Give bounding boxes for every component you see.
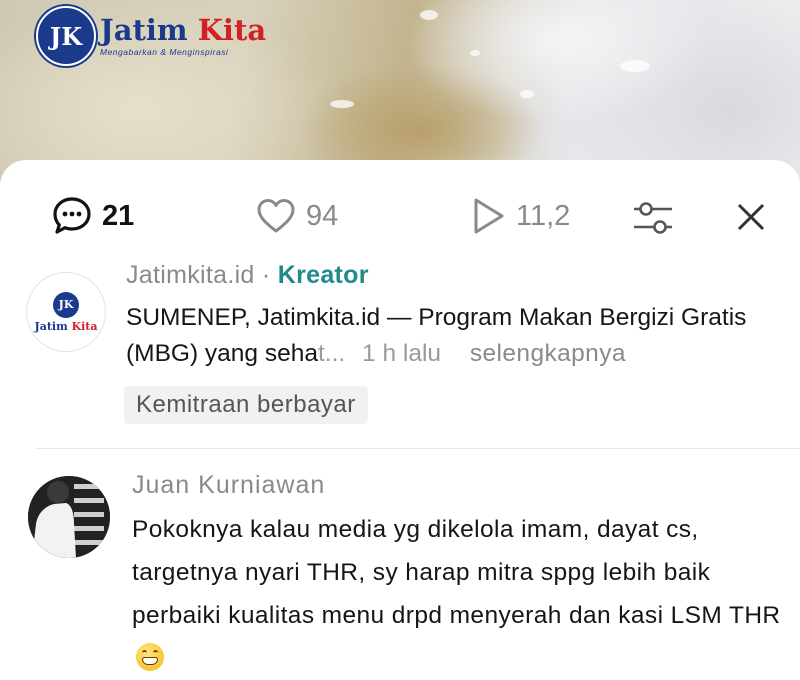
creator-post: JK Jatim Kita Jatimkita.id · Kreator SUM… bbox=[0, 260, 800, 448]
views-indicator[interactable]: 11,2 bbox=[468, 194, 570, 238]
comment-author[interactable]: Juan Kurniawan bbox=[132, 470, 325, 500]
logo-badge: JK bbox=[36, 6, 96, 66]
avatar-logo-wordmark: Jatim Kita bbox=[34, 319, 98, 333]
paid-partnership-label[interactable]: Kemitraan berbayar bbox=[124, 386, 368, 424]
sliders-icon bbox=[634, 202, 672, 234]
close-button[interactable] bbox=[734, 200, 768, 239]
comments-tab[interactable]: 21 bbox=[50, 194, 134, 238]
comments-count: 21 bbox=[102, 199, 135, 232]
views-count: 11,2 bbox=[516, 199, 571, 232]
comments-sheet: 21 94 11,2 JK Jatim Kita Jatimkita.id · … bbox=[0, 160, 800, 680]
see-more-link[interactable]: selengkapnya bbox=[470, 340, 626, 367]
divider bbox=[36, 448, 800, 449]
logo-wordmark: Jatim Kita bbox=[100, 12, 267, 47]
brand-logo: JK Jatim Kita Mengabarkan & Menginspiras… bbox=[36, 6, 267, 66]
post-author[interactable]: Jatimkita.id bbox=[126, 261, 255, 289]
avatar[interactable] bbox=[28, 476, 110, 558]
filter-button[interactable] bbox=[632, 198, 674, 243]
avatar[interactable]: JK Jatim Kita bbox=[26, 272, 106, 352]
creator-badge: Kreator bbox=[277, 261, 369, 289]
post-header: Jatimkita.id · Kreator bbox=[126, 261, 369, 289]
grinning-face-icon bbox=[136, 643, 164, 671]
close-icon bbox=[737, 203, 765, 231]
logo-tagline: Mengabarkan & Menginspirasi bbox=[100, 46, 229, 57]
post-time: 1 h lalu bbox=[362, 340, 442, 367]
play-icon bbox=[474, 198, 504, 234]
like-button[interactable]: 94 bbox=[254, 194, 338, 238]
avatar-photo bbox=[28, 476, 110, 558]
comment-bubble-icon bbox=[53, 197, 91, 234]
avatar-logo-badge: JK bbox=[53, 291, 79, 318]
post-caption: SUMENEP, Jatimkita.id — Program Makan Be… bbox=[126, 304, 747, 367]
likes-count: 94 bbox=[306, 199, 339, 232]
heart-icon bbox=[257, 199, 295, 233]
sheet-toolbar: 21 94 11,2 bbox=[0, 160, 800, 260]
comment-text: Pokoknya kalau media yg dikelola imam, d… bbox=[132, 508, 782, 680]
